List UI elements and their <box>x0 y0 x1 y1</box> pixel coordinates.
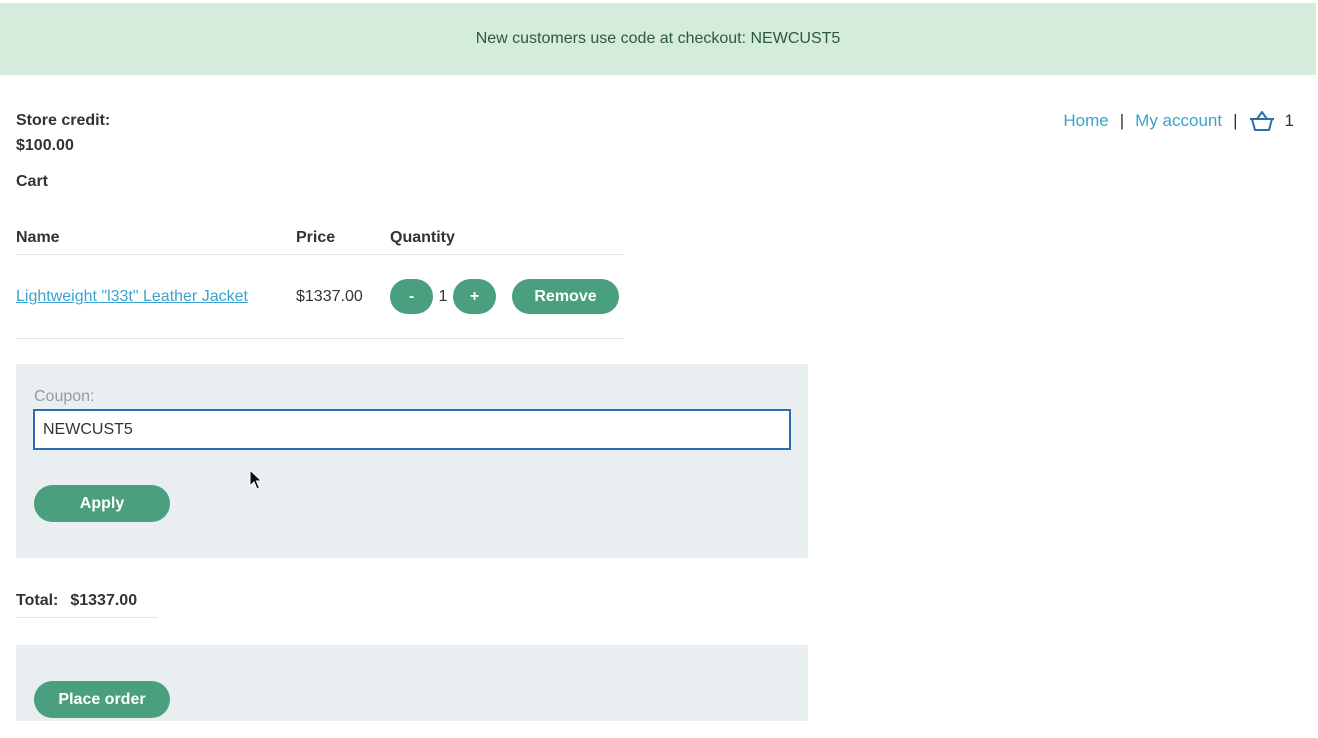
cart-title: Cart <box>16 173 49 190</box>
cart-count[interactable]: 1 <box>1285 111 1294 131</box>
column-header-price: Price <box>296 229 336 246</box>
cart-table: Name Price Quantity Lightweight "l33t" L… <box>16 222 624 339</box>
product-link[interactable]: Lightweight "l33t" Leather Jacket <box>16 288 296 306</box>
quantity-stepper: - 1 + Remove <box>390 279 619 314</box>
nav-my-account-link[interactable]: My account <box>1135 111 1222 131</box>
order-total: Total: $1337.00 <box>16 592 158 618</box>
place-order-panel: Place order <box>16 645 808 721</box>
decrement-button[interactable]: - <box>390 279 433 314</box>
coupon-input[interactable] <box>33 409 791 450</box>
nav-separator: | <box>1119 111 1125 130</box>
product-price: $1337.00 <box>296 287 363 305</box>
table-row: Lightweight "l33t" Leather Jacket $1337.… <box>16 255 624 339</box>
total-label: Total: <box>16 592 59 609</box>
promo-banner: New customers use code at checkout: NEWC… <box>0 3 1316 75</box>
store-credit-value: $100.00 <box>16 137 74 154</box>
coupon-label: Coupon: <box>34 388 95 405</box>
top-nav: Home | My account | 1 <box>1063 110 1294 132</box>
increment-button[interactable]: + <box>453 279 496 314</box>
coupon-panel: Coupon: Apply <box>16 364 808 558</box>
nav-separator: | <box>1233 111 1238 130</box>
store-credit-label: Store credit: <box>16 112 111 129</box>
column-header-quantity: Quantity <box>390 229 455 246</box>
column-header-name: Name <box>16 229 60 246</box>
nav-home-link[interactable]: Home <box>1063 111 1108 131</box>
quantity-value: 1 <box>438 287 448 305</box>
total-value: $1337.00 <box>70 592 138 609</box>
place-order-button[interactable]: Place order <box>34 681 170 718</box>
cart-table-header: Name Price Quantity <box>16 222 624 255</box>
promo-banner-text: New customers use code at checkout: NEWC… <box>475 30 841 47</box>
mouse-cursor-icon <box>249 468 263 493</box>
remove-button[interactable]: Remove <box>512 279 619 314</box>
basket-icon[interactable] <box>1249 110 1275 132</box>
apply-button[interactable]: Apply <box>34 485 170 522</box>
